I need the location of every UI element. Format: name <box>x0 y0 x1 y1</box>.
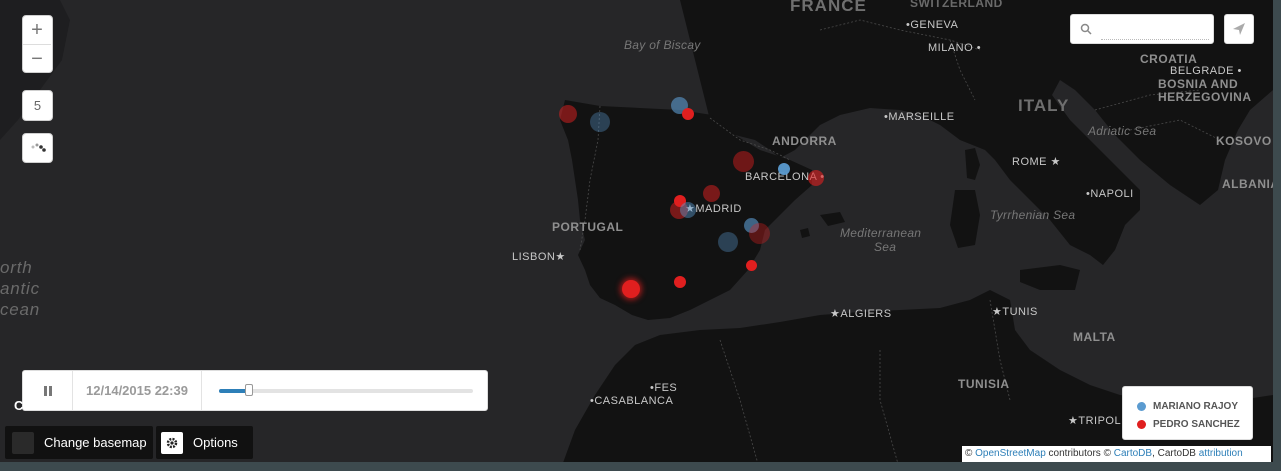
zoom-in-button[interactable]: + <box>23 16 51 45</box>
city-label-napoli: •NAPOLI <box>1086 188 1134 200</box>
city-label-lisbon: LISBON★ <box>512 251 566 263</box>
data-point-sanchez[interactable] <box>559 105 577 123</box>
options-label: Options <box>193 435 238 450</box>
cartodb-logo: CARTODB <box>14 398 83 413</box>
legend-dot <box>1137 419 1146 429</box>
data-point-sanchez[interactable] <box>622 280 640 298</box>
data-point-sanchez[interactable] <box>808 170 824 186</box>
bottom-frame <box>0 462 1281 471</box>
search-box <box>1070 14 1214 44</box>
city-label-casablanca: •CASABLANCA <box>590 395 674 407</box>
sea-label: Mediterranean <box>840 226 922 240</box>
ocean-label: orth <box>0 258 33 277</box>
send-icon <box>1233 23 1245 35</box>
country-label-portugal: PORTUGAL <box>552 220 624 234</box>
country-label-bosnia: HERZEGOVINA <box>1158 90 1252 104</box>
legend-label: PEDRO SANCHEZ <box>1153 418 1240 430</box>
country-label-kosovo: KOSOVO <box>1216 134 1272 148</box>
pause-icon <box>43 385 52 396</box>
data-point-sanchez[interactable] <box>733 151 754 172</box>
country-label-italy: ITALY <box>1018 96 1070 115</box>
options-button[interactable]: Options <box>156 426 253 459</box>
city-label-tripoli: ★TRIPOLI <box>1068 415 1125 427</box>
city-label-algiers: ★ALGIERS <box>830 308 892 320</box>
data-point-rajoy[interactable] <box>680 202 696 218</box>
legend-dot <box>1137 401 1146 411</box>
zoom-level-indicator: 5 <box>22 90 53 121</box>
attribution: © OpenStreetMap contributors © CartoDB, … <box>962 446 1271 462</box>
ocean-label: cean <box>0 300 41 319</box>
share-button[interactable] <box>1224 14 1254 44</box>
data-point-rajoy[interactable] <box>778 163 790 175</box>
city-label-milano: MILANO • <box>928 42 982 54</box>
ocean-label: antic <box>0 279 40 298</box>
sea-label: Sea <box>874 240 897 254</box>
legend-item-rajoy: MARIANO RAJOY <box>1137 397 1252 415</box>
data-point-sanchez[interactable] <box>703 185 720 202</box>
country-label-bosnia: BOSNIA AND <box>1158 77 1239 91</box>
city-label-marseille: •MARSEILLE <box>884 111 955 123</box>
country-label-albania: ALBANIA <box>1222 177 1280 191</box>
country-label-andorra: ANDORRA <box>772 134 837 148</box>
basemap-thumbnail-icon <box>12 431 34 454</box>
attribution-link[interactable]: attribution <box>1199 448 1243 459</box>
data-point-sanchez[interactable] <box>682 108 694 120</box>
right-frame <box>1273 0 1281 471</box>
legend-label: MARIANO RAJOY <box>1153 400 1239 412</box>
city-label-geneva: •GENEVA <box>906 19 959 31</box>
country-label-switzerland: SWITZERLAND <box>910 0 1003 10</box>
city-label-rome: ROME ★ <box>1012 156 1061 168</box>
sea-label: Adriatic Sea <box>1088 124 1157 138</box>
gear-icon <box>161 431 183 454</box>
openstreetmap-link[interactable]: OpenStreetMap <box>975 448 1046 459</box>
zoom-control: + − <box>22 15 53 73</box>
city-label-belgrade: BELGRADE • <box>1170 65 1242 77</box>
city-label-fes: •FES <box>650 382 678 394</box>
cartodb-link[interactable]: CartoDB <box>1114 448 1152 459</box>
country-label-malta: MALTA <box>1073 330 1116 344</box>
zoom-out-button[interactable]: − <box>23 45 51 73</box>
city-label-tunis: ★TUNIS <box>992 306 1038 318</box>
data-point-rajoy[interactable] <box>718 232 738 252</box>
data-point-sanchez[interactable] <box>674 276 686 288</box>
change-basemap-label: Change basemap <box>44 435 147 450</box>
search-input[interactable] <box>1101 21 1209 40</box>
data-point-rajoy[interactable] <box>590 112 610 132</box>
legend: MARIANO RAJOY PEDRO SANCHEZ <box>1122 386 1253 440</box>
attribution-text: contributors © <box>1045 448 1114 459</box>
timeline-control: 12/14/2015 22:39 <box>22 370 488 411</box>
legend-item-sanchez: PEDRO SANCHEZ <box>1137 415 1252 433</box>
country-label-croatia: CROATIA <box>1140 52 1198 66</box>
loader-icon <box>22 133 53 163</box>
search-icon <box>1080 23 1092 35</box>
attribution-text: © <box>965 448 976 459</box>
data-point-sanchez[interactable] <box>749 223 770 244</box>
timeline-handle[interactable] <box>245 384 254 396</box>
timeline-date: 12/14/2015 22:39 <box>73 371 202 410</box>
sea-label: Tyrrhenian Sea <box>990 208 1076 222</box>
data-point-sanchez[interactable] <box>746 260 757 271</box>
timeline-slider[interactable] <box>219 384 473 396</box>
sea-label: Bay of Biscay <box>624 38 701 52</box>
country-label-tunisia: TUNISIA <box>958 377 1010 391</box>
country-label-france: FRANCE <box>790 0 867 15</box>
attribution-text: , CartoDB <box>1152 448 1199 459</box>
change-basemap-button[interactable]: Change basemap <box>5 426 153 459</box>
